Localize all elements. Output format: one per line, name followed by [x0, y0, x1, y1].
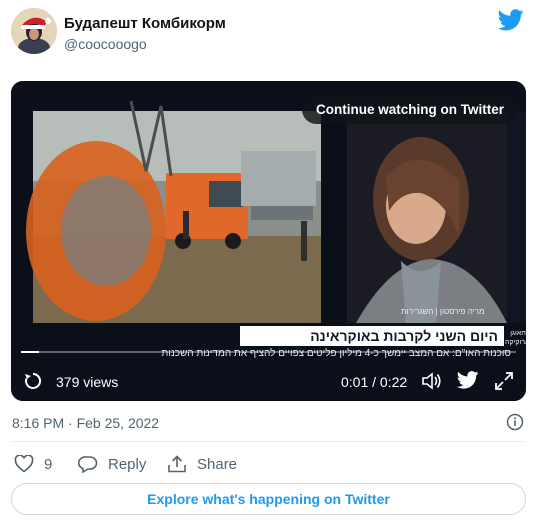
continue-watching-button[interactable]: Continue watching on Twitter	[302, 95, 518, 124]
replay-icon[interactable]	[23, 371, 43, 396]
caption-reporter-name: מריה פירסטון | השגרירות	[401, 307, 485, 316]
author-name[interactable]: Будапешт Комбикорм	[64, 15, 226, 32]
caption-side-label: פלחאוגן בארוקיקה	[505, 330, 526, 346]
heart-icon	[14, 455, 34, 473]
tweet-timestamp[interactable]: 8:16 PM · Feb 25, 2022	[12, 415, 159, 431]
reply-button[interactable]: Reply	[78, 455, 146, 473]
share-label: Share	[197, 455, 238, 473]
reply-label: Reply	[108, 455, 147, 473]
twitter-bird-icon[interactable]	[497, 9, 524, 31]
progress-bar[interactable]	[21, 351, 516, 353]
caption-subtitle: סוכנות האו"ם: אם המצב יימשך כ-4 מיליון פ…	[161, 348, 511, 359]
avatar[interactable]	[11, 8, 57, 54]
twitter-bird-icon[interactable]	[456, 371, 479, 394]
author-handle[interactable]: @coocooogo	[64, 36, 147, 52]
progress-fill	[21, 351, 39, 353]
share-button[interactable]: Share	[167, 455, 237, 473]
view-count: 379 views	[56, 374, 119, 390]
like-count: 9	[44, 455, 53, 473]
explore-button[interactable]: Explore what's happening on Twitter	[11, 483, 526, 515]
share-icon	[168, 455, 186, 473]
video-time: 0:01 / 0:22	[341, 374, 408, 390]
volume-icon[interactable]	[421, 371, 443, 396]
reply-icon	[78, 456, 98, 473]
info-icon[interactable]	[506, 413, 524, 431]
fullscreen-icon[interactable]	[494, 371, 514, 396]
caption-headline: היום השני לקרבות באוקראינה	[240, 326, 504, 346]
video-player[interactable]: מריה פירסטון | השגרירות פלחאוגן בארוקיקה…	[11, 81, 526, 401]
divider	[11, 441, 525, 442]
like-button[interactable]: 9	[14, 455, 52, 473]
